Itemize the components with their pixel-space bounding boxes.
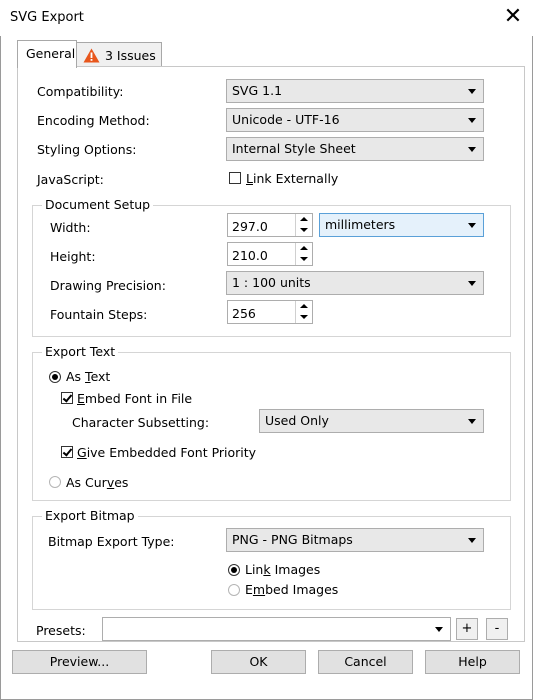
chevron-down-icon (435, 627, 443, 632)
tab-general-label: General (26, 46, 76, 61)
warning-icon (83, 48, 100, 63)
subsetting-label: Character Subsetting: (72, 415, 210, 430)
chevron-down-icon (468, 118, 476, 123)
preview-button[interactable]: Preview... (12, 650, 147, 674)
tab-issues[interactable]: 3 Issues (76, 42, 162, 68)
bitmap-type-label: Bitmap Export Type: (48, 534, 175, 549)
chevron-down-icon (468, 281, 476, 286)
chevron-down-icon (300, 228, 308, 232)
as-curves-radio[interactable] (49, 476, 61, 488)
as-text-radio[interactable] (49, 371, 61, 383)
as-text-label[interactable]: As Text (66, 369, 110, 384)
javascript-label: JavaScript: (37, 172, 104, 187)
export-bitmap-label: Export Bitmap (42, 508, 138, 523)
styling-select[interactable]: Internal Style Sheet (226, 137, 484, 161)
subsetting-value: Used Only (265, 413, 329, 428)
link-images-radio[interactable] (228, 564, 240, 576)
give-priority-label[interactable]: Give Embedded Font Priority (77, 445, 256, 460)
increment-button[interactable] (296, 214, 312, 225)
chevron-up-icon (300, 246, 308, 250)
link-images-label[interactable]: Link Images (245, 562, 320, 577)
chevron-down-icon (468, 147, 476, 152)
width-label: Width: (50, 220, 91, 235)
close-button[interactable]: ✕ (500, 4, 526, 30)
export-text-label: Export Text (42, 344, 119, 359)
embed-images-label[interactable]: Embed Images (245, 582, 338, 597)
fountain-label: Fountain Steps: (50, 307, 148, 322)
tab-issues-label: 3 Issues (105, 48, 156, 63)
decrement-button[interactable] (296, 312, 312, 323)
remove-preset-button[interactable]: - (486, 618, 508, 640)
close-icon: ✕ (503, 4, 523, 29)
encoding-value: Unicode - UTF-16 (232, 112, 340, 127)
link-externally-label[interactable]: Link Externally (246, 171, 338, 186)
chevron-down-icon (468, 89, 476, 94)
fountain-stepper[interactable] (227, 300, 313, 325)
embed-images-radio[interactable] (228, 584, 240, 596)
embed-font-label[interactable]: Embed Font in File (77, 391, 192, 406)
presets-label: Presets: (36, 623, 86, 638)
subsetting-select[interactable]: Used Only (259, 409, 484, 433)
fountain-input[interactable] (228, 301, 294, 325)
styling-value: Internal Style Sheet (232, 141, 356, 156)
chevron-down-icon (468, 223, 476, 228)
bitmap-type-select[interactable]: PNG - PNG Bitmaps (226, 528, 484, 552)
add-preset-button[interactable]: + (456, 618, 478, 640)
chevron-down-icon (468, 419, 476, 424)
give-priority-checkbox[interactable] (61, 446, 73, 458)
chevron-down-icon (300, 315, 308, 319)
precision-value: 1 : 100 units (232, 275, 311, 290)
height-input[interactable] (228, 243, 294, 267)
chevron-down-icon (300, 257, 308, 261)
precision-select[interactable]: 1 : 100 units (226, 271, 484, 295)
as-curves-label[interactable]: As Curves (66, 475, 128, 490)
cancel-button[interactable]: Cancel (318, 650, 413, 674)
width-stepper[interactable] (227, 213, 313, 238)
compatibility-label: Compatibility: (37, 84, 124, 99)
width-input[interactable] (228, 214, 294, 238)
encoding-select[interactable]: Unicode - UTF-16 (226, 108, 484, 132)
precision-label: Drawing Precision: (50, 278, 166, 293)
help-button[interactable]: Help (425, 650, 520, 674)
increment-button[interactable] (296, 243, 312, 254)
encoding-label: Encoding Method: (37, 113, 150, 128)
chevron-up-icon (300, 304, 308, 308)
document-setup-label: Document Setup (42, 197, 154, 212)
tab-general[interactable]: General (17, 40, 77, 68)
compatibility-select[interactable]: SVG 1.1 (226, 79, 484, 103)
bitmap-type-value: PNG - PNG Bitmaps (232, 532, 353, 547)
presets-select[interactable] (102, 617, 451, 641)
compatibility-value: SVG 1.1 (232, 83, 283, 98)
styling-label: Styling Options: (37, 142, 137, 157)
ok-button[interactable]: OK (211, 650, 306, 674)
units-select[interactable]: millimeters (319, 213, 484, 237)
link-externally-checkbox[interactable] (229, 172, 241, 184)
title-bar: SVG Export ✕ (0, 0, 533, 36)
height-label: Height: (50, 249, 96, 264)
chevron-up-icon (300, 217, 308, 221)
height-stepper[interactable] (227, 242, 313, 267)
dialog-title: SVG Export (10, 10, 84, 25)
embed-font-checkbox[interactable] (61, 392, 73, 404)
chevron-down-icon (468, 538, 476, 543)
increment-button[interactable] (296, 301, 312, 312)
decrement-button[interactable] (296, 254, 312, 265)
units-value: millimeters (325, 217, 396, 232)
decrement-button[interactable] (296, 225, 312, 236)
